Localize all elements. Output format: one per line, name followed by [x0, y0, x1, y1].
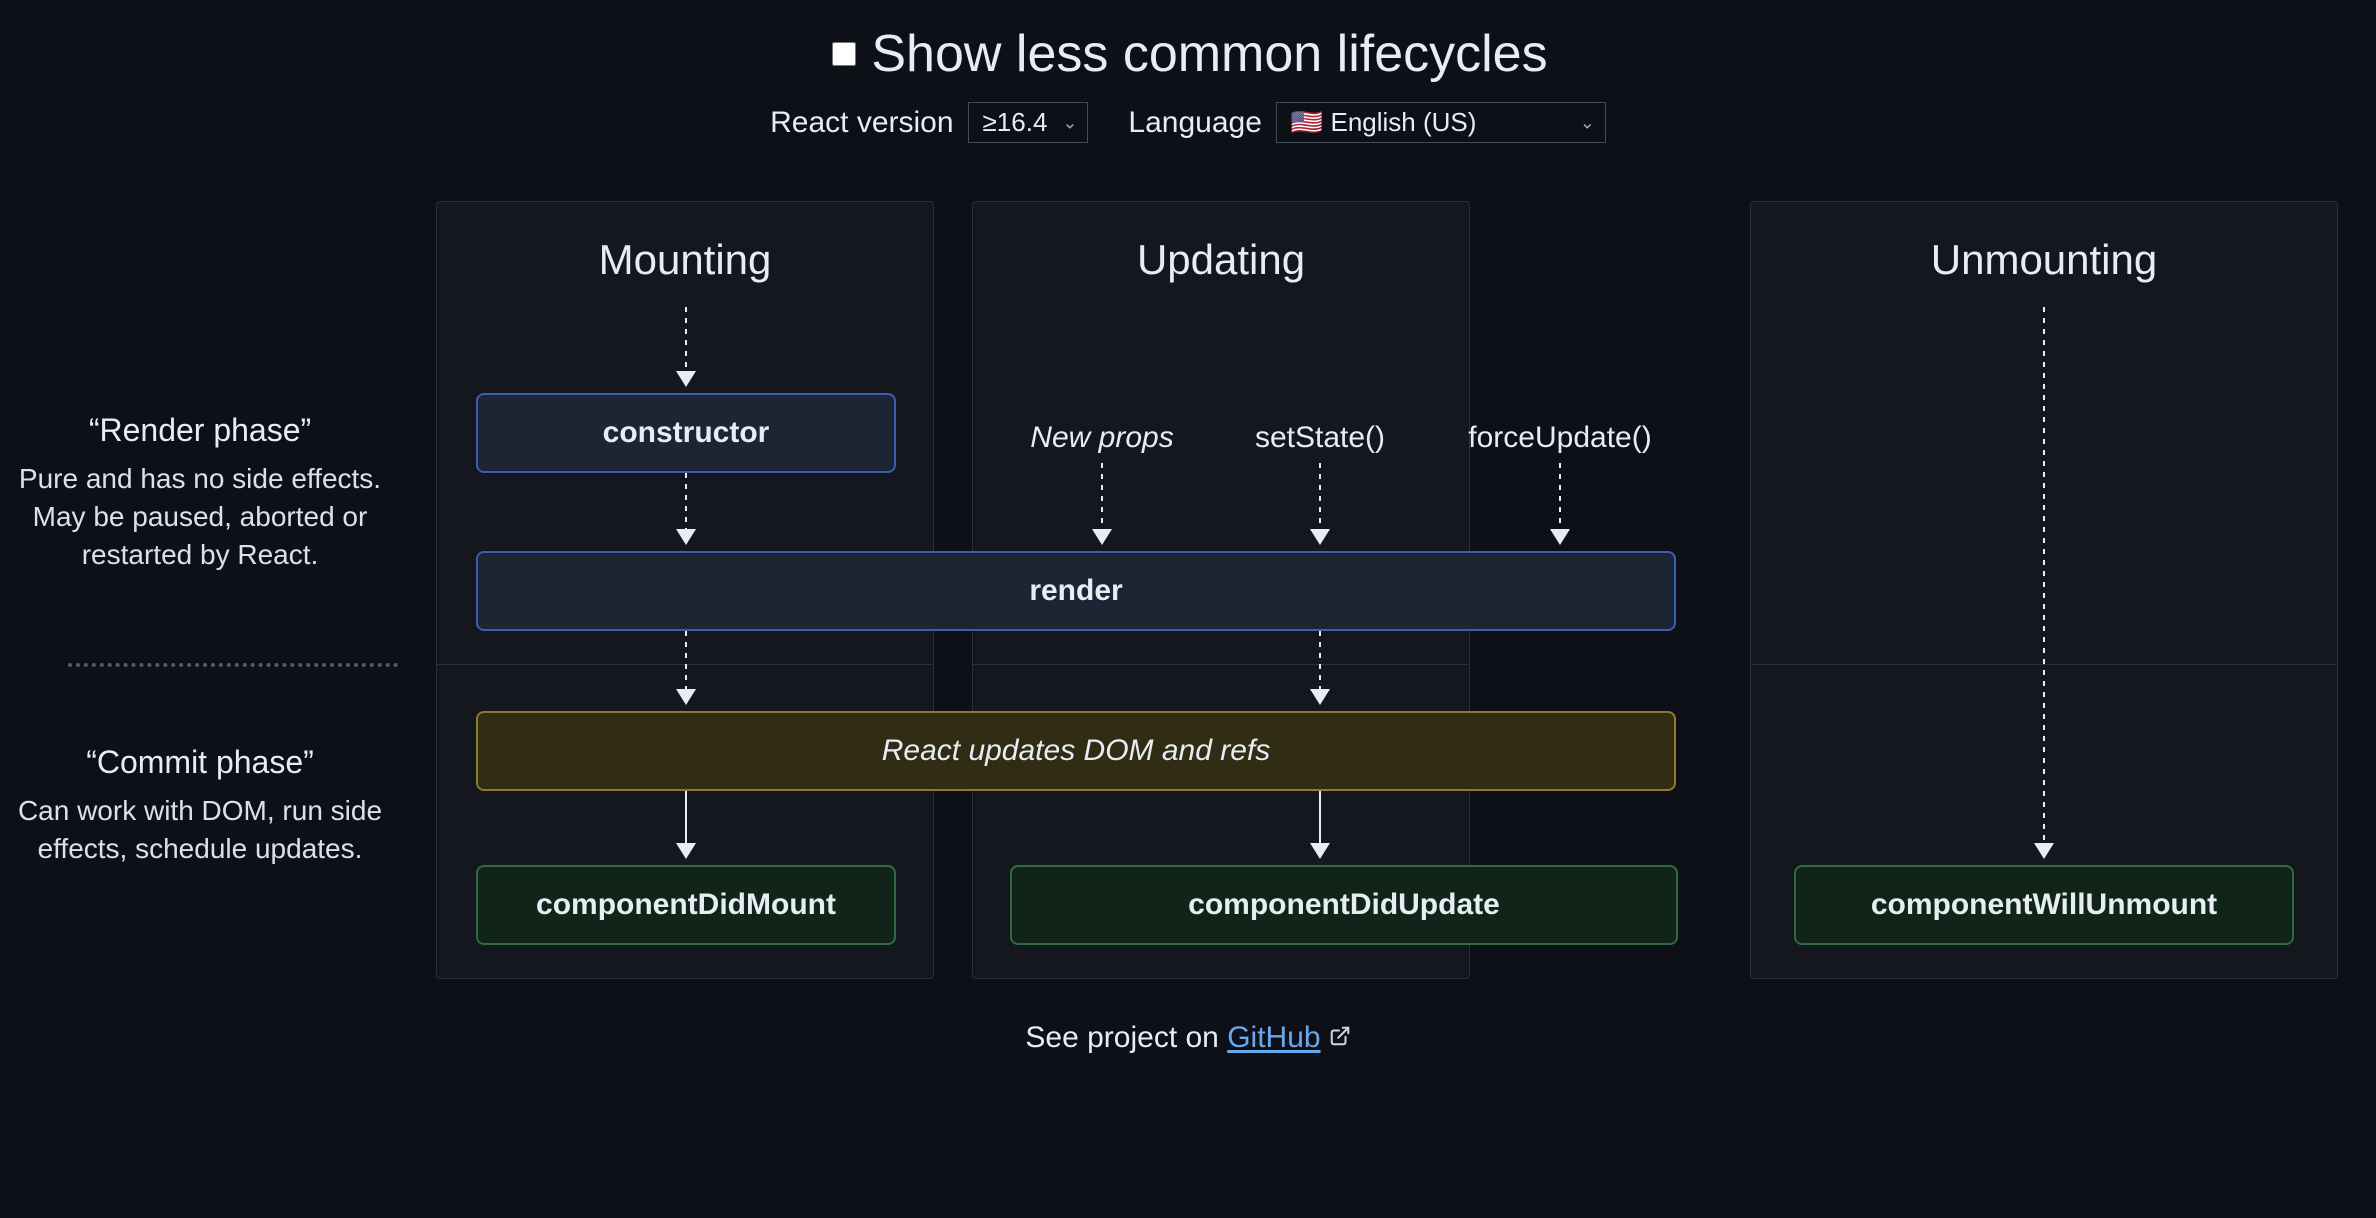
react-version-label: React version	[770, 106, 953, 140]
react-version-select[interactable]: ≥16.4 ⌄	[968, 102, 1089, 143]
react-version-group: React version ≥16.4 ⌄	[770, 102, 1088, 143]
show-less-common-label[interactable]: Show less common lifecycles	[871, 24, 1547, 84]
render-phase-title: “Render phase”	[0, 409, 400, 452]
render-phase-desc: Pure and has no side effects. May be pau…	[0, 460, 400, 573]
render-phase-label: “Render phase” Pure and has no side effe…	[0, 409, 400, 574]
language-label: Language	[1128, 106, 1261, 140]
set-state-trigger: setState()	[1255, 421, 1385, 455]
render-node[interactable]: render	[476, 551, 1676, 631]
updating-heading: Updating	[973, 236, 1469, 284]
mounting-heading: Mounting	[437, 236, 933, 284]
language-group: Language 🇺🇸 English (US) ⌄	[1128, 102, 1605, 143]
force-update-trigger: forceUpdate()	[1468, 421, 1651, 455]
column-phase-separator	[437, 664, 933, 665]
component-will-unmount-node[interactable]: componentWillUnmount	[1794, 865, 2294, 945]
footer-prefix: See project on	[1025, 1021, 1227, 1054]
language-value: 🇺🇸 English (US)	[1291, 107, 1477, 138]
external-link-icon	[1329, 1025, 1351, 1054]
commit-phase-label: “Commit phase” Can work with DOM, run si…	[0, 741, 400, 868]
footer: See project on GitHub	[0, 1021, 2376, 1055]
chevron-down-icon: ⌄	[1580, 112, 1595, 133]
chevron-down-icon: ⌄	[1062, 112, 1077, 133]
unmounting-column: Unmounting	[1750, 201, 2338, 979]
github-link[interactable]: GitHub	[1227, 1021, 1320, 1054]
column-phase-separator	[1751, 664, 2337, 665]
component-did-mount-node[interactable]: componentDidMount	[476, 865, 896, 945]
language-select[interactable]: 🇺🇸 English (US) ⌄	[1276, 102, 1606, 143]
component-did-update-node[interactable]: componentDidUpdate	[1010, 865, 1678, 945]
column-phase-separator	[973, 664, 1469, 665]
constructor-node[interactable]: constructor	[476, 393, 896, 473]
commit-phase-desc: Can work with DOM, run side effects, sch…	[0, 792, 400, 868]
phase-divider	[68, 663, 398, 667]
unmounting-heading: Unmounting	[1751, 236, 2337, 284]
react-version-value: ≥16.4	[983, 107, 1048, 138]
lifecycle-diagram: “Render phase” Pure and has no side effe…	[0, 201, 2376, 981]
commit-phase-title: “Commit phase”	[0, 741, 400, 784]
new-props-trigger: New props	[1030, 421, 1173, 455]
react-updates-dom-node: React updates DOM and refs	[476, 711, 1676, 791]
show-less-common-checkbox[interactable]	[832, 42, 856, 66]
